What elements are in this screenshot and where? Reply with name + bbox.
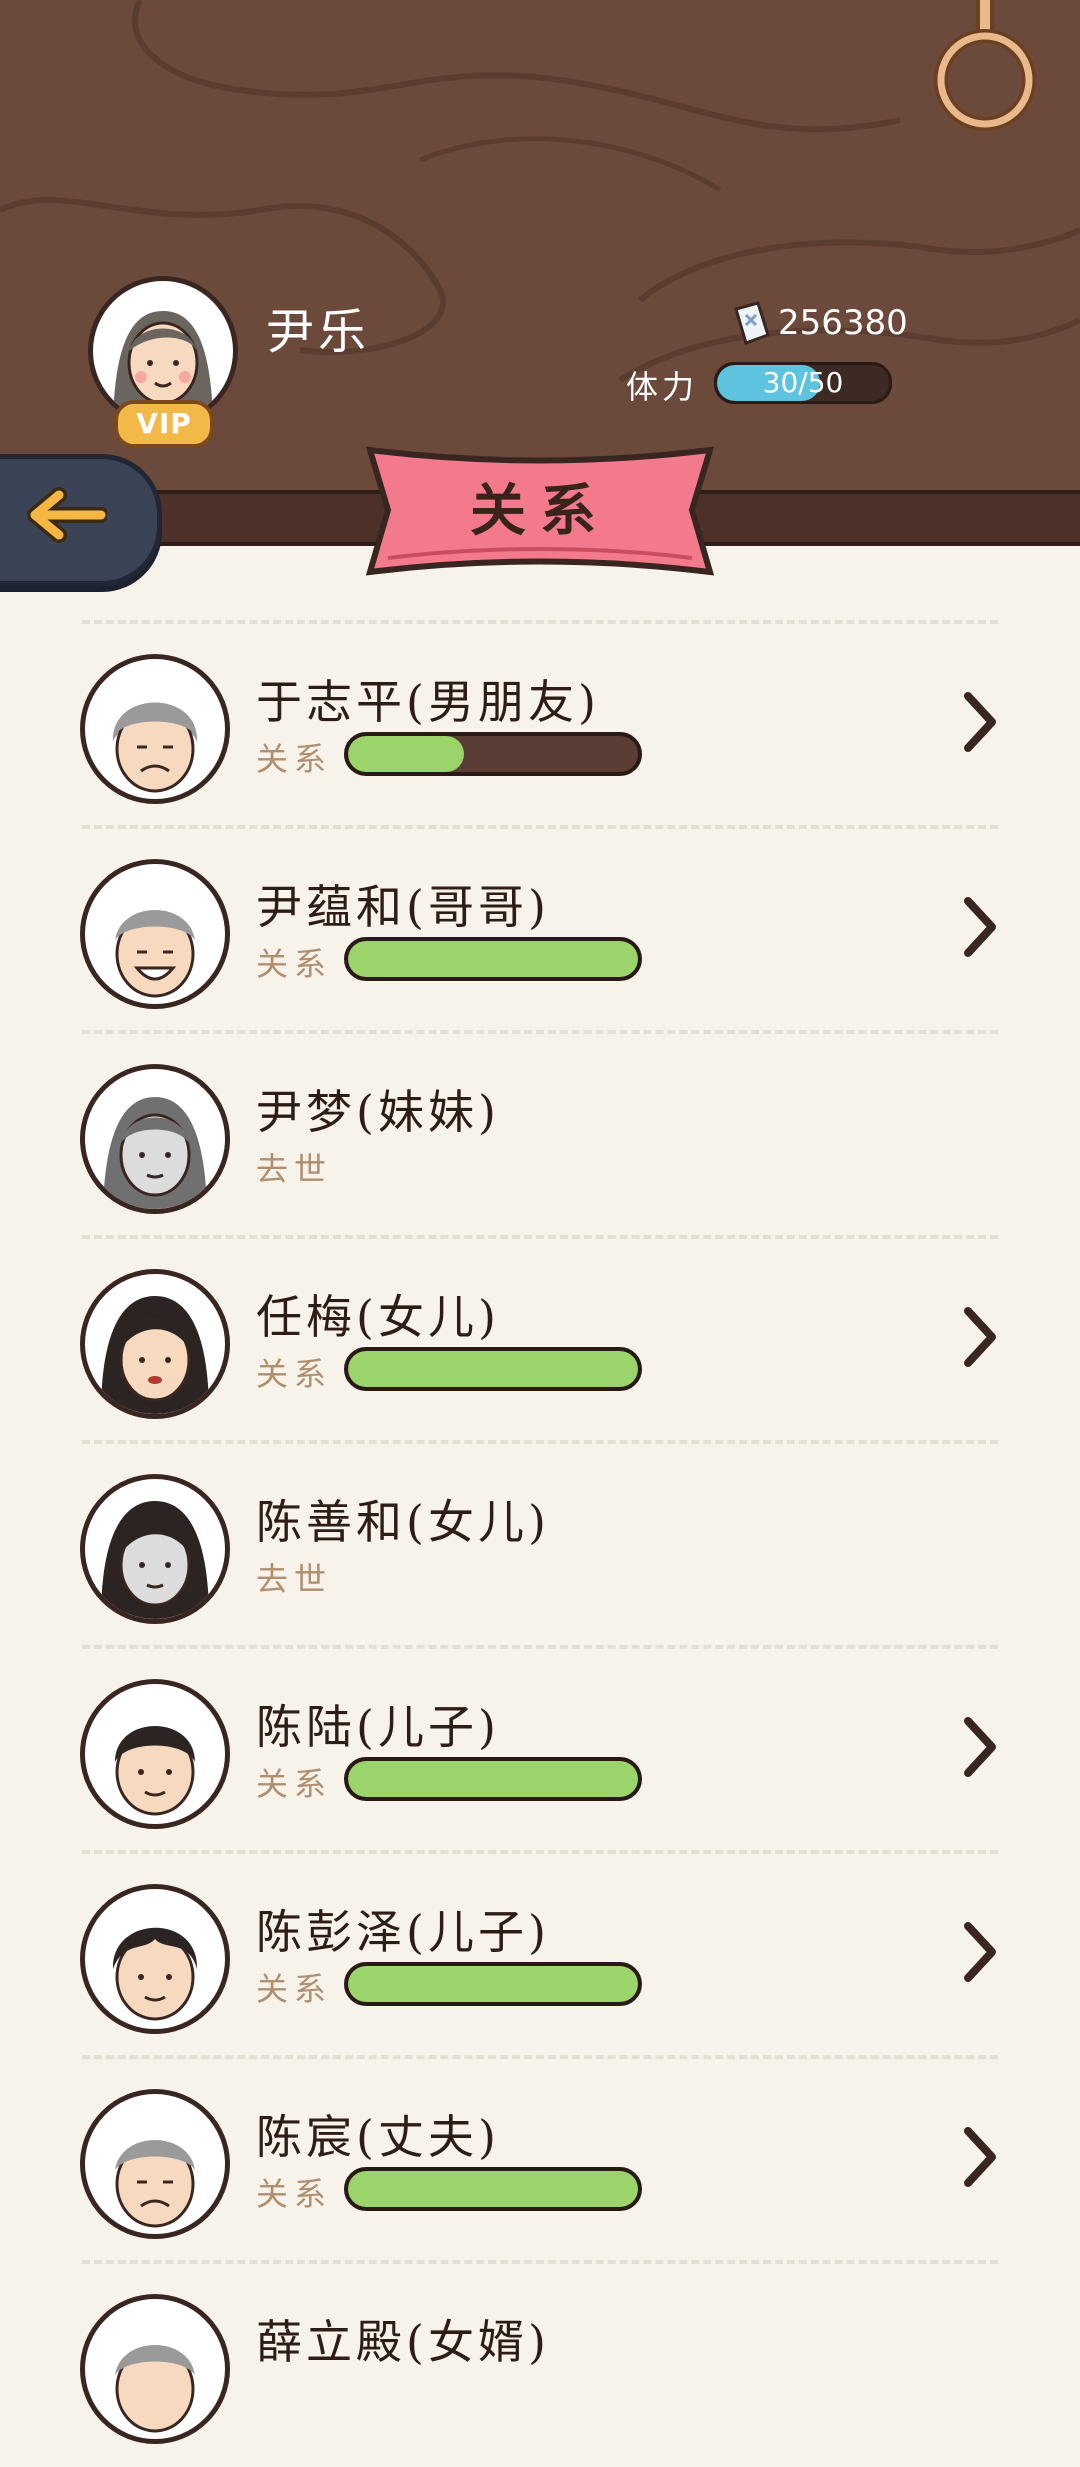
deceased-woman-avatar-icon xyxy=(101,1501,209,1619)
avatar xyxy=(80,1269,230,1419)
relationship-status: 关系 xyxy=(256,740,333,778)
young-man-swept-hair-avatar-icon xyxy=(112,1927,198,2021)
relationship-bar-fill xyxy=(348,1966,638,2002)
money-display: 256380 xyxy=(732,298,908,348)
chevron-right-icon[interactable] xyxy=(960,1715,1000,1779)
relationship-row[interactable]: 薛立殿(女婿) xyxy=(0,2262,1080,2467)
relationship-name: 陈彭泽(儿子) xyxy=(256,1905,550,1959)
relationship-status: 关系 xyxy=(256,945,333,983)
chevron-right-icon[interactable] xyxy=(960,895,1000,959)
chevron-right-icon[interactable] xyxy=(960,1920,1000,1984)
stamina-bar: 30/50 xyxy=(714,362,892,404)
relationship-name: 尹梦(妹妹) xyxy=(256,1085,500,1139)
avatar xyxy=(80,2294,230,2444)
relationship-row[interactable]: 陈彭泽(儿子) 关系 xyxy=(0,1852,1080,2057)
chevron-right-icon[interactable] xyxy=(960,1305,1000,1369)
stamina-label: 体力 xyxy=(626,368,699,406)
vip-badge: VIP xyxy=(114,400,214,448)
young-woman-avatar-icon xyxy=(101,1296,209,1414)
relationship-row[interactable]: 陈宸(丈夫) 关系 xyxy=(0,2057,1080,2262)
relationship-status: 去世 xyxy=(256,1150,333,1188)
relationship-name: 尹蕴和(哥哥) xyxy=(256,880,550,934)
relationship-bar xyxy=(344,1757,642,1801)
avatar xyxy=(80,1064,230,1214)
relationship-bar-fill xyxy=(348,736,464,772)
relationship-bar-fill xyxy=(348,2171,638,2207)
deceased-woman-avatar-icon xyxy=(103,1097,207,1209)
money-value: 256380 xyxy=(778,303,908,343)
avatar xyxy=(80,2089,230,2239)
stamina-text: 30/50 xyxy=(762,366,844,399)
relationship-status: 关系 xyxy=(256,2175,333,2213)
back-button[interactable] xyxy=(0,454,162,586)
relationship-bar xyxy=(344,2167,642,2211)
old-man-avatar-icon xyxy=(115,2345,195,2433)
chevron-right-icon[interactable] xyxy=(960,690,1000,754)
chevron-right-icon[interactable] xyxy=(960,2125,1000,2189)
relationship-name: 于志平(男朋友) xyxy=(256,675,600,729)
relationship-bar-fill xyxy=(348,1761,638,1797)
avatar xyxy=(80,1474,230,1624)
old-man-smiling-avatar-icon xyxy=(115,910,195,998)
hanging-ring-icon xyxy=(934,0,1036,131)
relationship-status: 去世 xyxy=(256,1560,333,1598)
relationship-status: 关系 xyxy=(256,1970,333,2008)
player-name: 尹乐 xyxy=(266,304,371,360)
relationship-status: 关系 xyxy=(256,1765,333,1803)
relationship-name: 陈宸(丈夫) xyxy=(256,2110,500,2164)
back-arrow-icon xyxy=(27,487,107,543)
relationship-row[interactable]: 尹梦(妹妹) 去世 xyxy=(0,1032,1080,1237)
relationship-row[interactable]: 陈陆(儿子) 关系 xyxy=(0,1647,1080,1852)
page-title: 关系 xyxy=(470,478,610,544)
relationship-row[interactable]: 陈善和(女儿) 去世 xyxy=(0,1442,1080,1647)
relationship-bar xyxy=(344,937,642,981)
relationship-name: 薛立殿(女婿) xyxy=(256,2315,550,2369)
young-man-avatar-icon xyxy=(115,1726,195,1816)
relationship-bar xyxy=(344,1962,642,2006)
old-man-avatar-icon xyxy=(112,702,198,793)
avatar xyxy=(80,1679,230,1829)
avatar xyxy=(80,654,230,804)
avatar xyxy=(80,1884,230,2034)
old-man-avatar-icon xyxy=(115,2140,195,2228)
relationship-bar xyxy=(344,1347,642,1391)
relationship-row[interactable]: 尹蕴和(哥哥) 关系 xyxy=(0,827,1080,1032)
relationship-row[interactable]: 于志平(男朋友) 关系 xyxy=(0,622,1080,827)
banknote-icon xyxy=(734,301,770,345)
relationship-status: 关系 xyxy=(256,1355,333,1393)
relationship-bar-fill xyxy=(348,1351,638,1387)
relationship-row[interactable]: 任梅(女儿) 关系 xyxy=(0,1237,1080,1442)
avatar xyxy=(80,859,230,1009)
relationship-name: 陈陆(儿子) xyxy=(256,1700,500,1754)
relationship-bar-fill xyxy=(348,941,638,977)
relationship-bar xyxy=(344,732,642,776)
relationship-name: 任梅(女儿) xyxy=(256,1290,500,1344)
relationship-name: 陈善和(女儿) xyxy=(256,1495,550,1549)
